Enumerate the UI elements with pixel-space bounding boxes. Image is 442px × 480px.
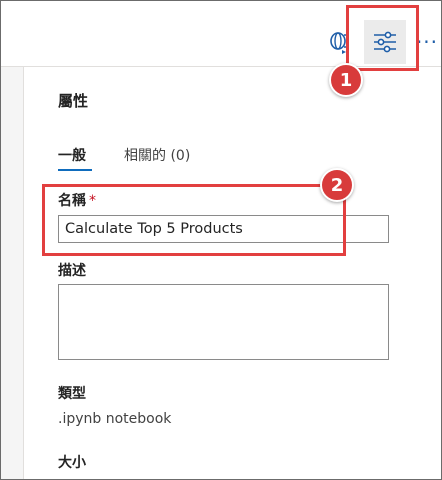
active-tab-indicator	[58, 169, 92, 171]
left-pane-edge	[1, 67, 24, 479]
description-label: 描述	[58, 263, 86, 279]
callout-badge-2: 2	[320, 168, 354, 202]
tab-related[interactable]: 相關的 (0)	[124, 145, 190, 165]
tab-general[interactable]: 一般	[58, 145, 86, 165]
callout-box-2	[42, 184, 346, 256]
description-input[interactable]	[58, 284, 389, 360]
size-label: 大小	[58, 455, 86, 471]
callout-box-1	[346, 5, 419, 71]
type-label: 類型	[58, 386, 86, 402]
panel-title: 屬性	[58, 92, 89, 110]
callout-badge-1: 1	[329, 63, 363, 97]
type-value: .ipynb notebook	[58, 411, 172, 427]
